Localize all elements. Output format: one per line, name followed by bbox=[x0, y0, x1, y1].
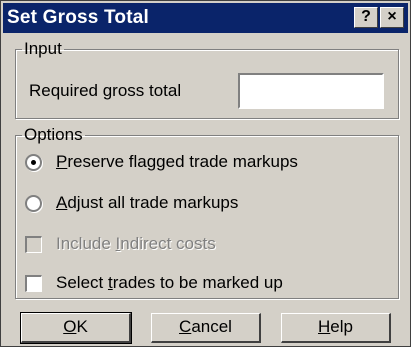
title-bar[interactable]: Set Gross Total ? × bbox=[3, 3, 408, 33]
context-help-button[interactable]: ? bbox=[354, 7, 378, 28]
options-group-legend: Options bbox=[24, 125, 83, 144]
dialog-title: Set Gross Total bbox=[7, 7, 150, 28]
preserve-option-label: Preserve flagged trade markups bbox=[56, 152, 298, 171]
cancel-accelerator: C bbox=[179, 317, 192, 336]
close-button[interactable]: × bbox=[380, 7, 404, 28]
include-indirect-label: Include Indirect costs bbox=[56, 234, 216, 253]
ok-label-rest: K bbox=[76, 317, 88, 336]
adjust-option-label: Adjust all trade markups bbox=[56, 193, 239, 212]
preserve-flagged-markups-option[interactable]: Preserve flagged trade markups bbox=[25, 150, 298, 174]
adjust-radio-icon[interactable] bbox=[25, 194, 42, 212]
adjust-all-markups-option[interactable]: Adjust all trade markups bbox=[25, 191, 238, 215]
help-label-rest: elp bbox=[330, 317, 353, 336]
preserve-radio-icon[interactable] bbox=[25, 153, 42, 171]
cancel-label-rest: ancel bbox=[191, 317, 232, 336]
required-gross-total-input[interactable] bbox=[238, 73, 384, 109]
set-gross-total-dialog: Set Gross Total ? × Input Required gross… bbox=[0, 0, 411, 347]
include-indirect-costs-option: Include Indirect costs bbox=[25, 232, 216, 256]
select-trades-option[interactable]: Select trades to be marked up bbox=[25, 271, 283, 295]
ok-button[interactable]: OK bbox=[20, 312, 132, 344]
include-indirect-checkbox-icon bbox=[25, 235, 42, 253]
help-button[interactable]: Help bbox=[281, 313, 391, 343]
help-accelerator: H bbox=[318, 317, 331, 336]
cancel-button[interactable]: Cancel bbox=[151, 313, 261, 343]
required-gross-total-label: Required gross total bbox=[29, 81, 182, 100]
select-trades-label: Select trades to be marked up bbox=[56, 273, 283, 292]
input-group-legend: Input bbox=[24, 39, 62, 58]
ok-accelerator: O bbox=[63, 317, 77, 336]
select-trades-checkbox-icon[interactable] bbox=[25, 274, 42, 292]
